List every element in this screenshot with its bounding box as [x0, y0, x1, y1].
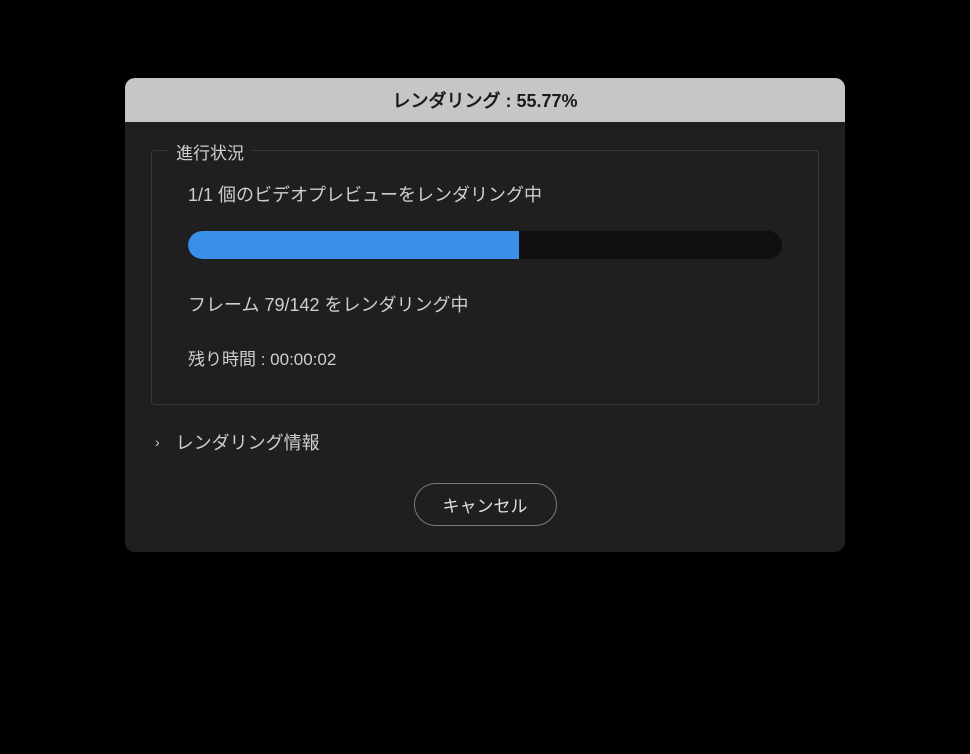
fieldset-legend: 進行状況 — [168, 139, 252, 164]
status-text: 1/1 個のビデオプレビューをレンダリング中 — [188, 181, 782, 207]
progress-fill — [188, 231, 519, 259]
dialog-body: 進行状況 1/1 個のビデオプレビューをレンダリング中 フレーム 79/142 … — [125, 122, 845, 552]
dialog-titlebar: レンダリング : 55.77% — [125, 78, 845, 122]
rendering-info-expander[interactable]: › レンダリング情報 — [151, 427, 819, 457]
rendering-dialog: レンダリング : 55.77% 進行状況 1/1 個のビデオプレビューをレンダリ… — [125, 78, 845, 552]
chevron-right-icon: › — [155, 434, 160, 450]
progress-fieldset: 進行状況 1/1 個のビデオプレビューをレンダリング中 フレーム 79/142 … — [151, 150, 819, 405]
rendering-info-label: レンダリング情報 — [176, 429, 320, 455]
frame-text: フレーム 79/142 をレンダリング中 — [188, 291, 782, 317]
button-row: キャンセル — [151, 483, 819, 526]
dialog-title: レンダリング : 55.77% — [392, 87, 577, 113]
progress-bar — [188, 231, 782, 259]
time-remaining-text: 残り時間 : 00:00:02 — [188, 345, 782, 370]
cancel-button[interactable]: キャンセル — [414, 483, 557, 526]
